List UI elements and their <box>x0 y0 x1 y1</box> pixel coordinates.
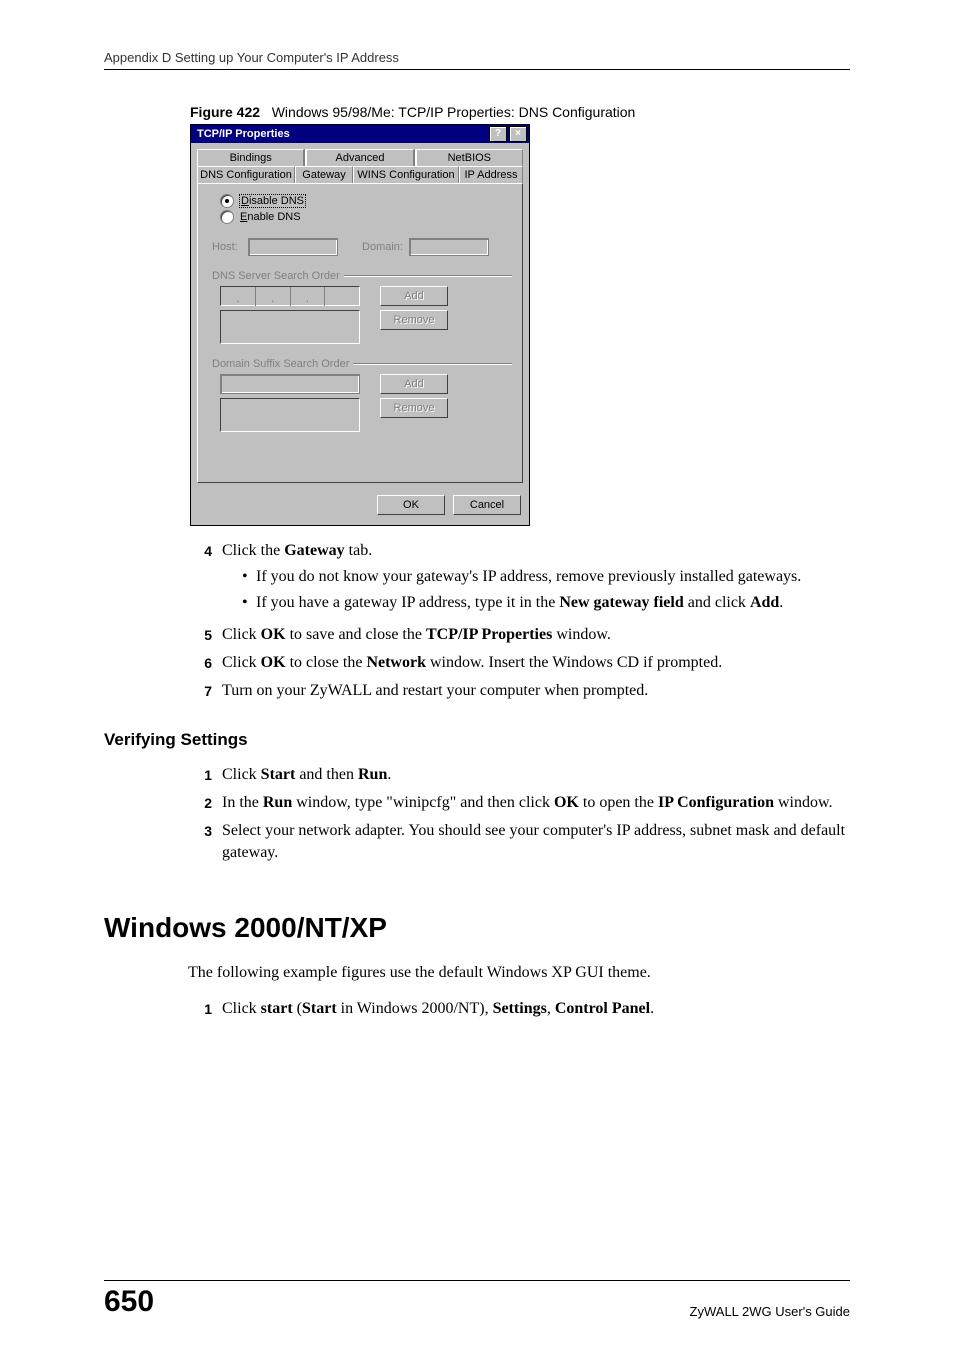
dns-listbox[interactable] <box>220 310 360 344</box>
verify-step-3: 3 Select your network adapter. You shoul… <box>188 820 850 864</box>
suffix-add-button[interactable]: Add <box>380 374 448 394</box>
suffix-listbox[interactable] <box>220 398 360 432</box>
win2000-step-1: 1 Click start (Start in Windows 2000/NT)… <box>188 998 850 1020</box>
verify-step-1: 1 Click Start and then Run. <box>188 764 850 786</box>
heading-verifying: Verifying Settings <box>104 730 850 750</box>
tab-dns-configuration[interactable]: DNS Configuration <box>197 166 295 183</box>
suffix-input[interactable] <box>220 374 360 394</box>
ok-button[interactable]: OK <box>377 495 445 515</box>
tab-advanced[interactable]: Advanced <box>306 149 413 166</box>
tab-ip-address[interactable]: IP Address <box>459 166 523 183</box>
radio-enable-dns[interactable]: Enable DNS <box>220 210 512 224</box>
dialog-title: TCP/IP Properties <box>193 128 487 140</box>
guide-title: ZyWALL 2WG User's Guide <box>690 1304 850 1319</box>
step-4: 4 Click the Gateway tab. • If you do not… <box>188 540 850 618</box>
domain-label: Domain: <box>362 241 403 253</box>
step-7: 7 Turn on your ZyWALL and restart your c… <box>188 680 850 702</box>
running-header: Appendix D Setting up Your Computer's IP… <box>104 50 850 65</box>
tab-wins-configuration[interactable]: WINS Configuration <box>353 166 459 183</box>
page-footer: 650 ZyWALL 2WG User's Guide <box>104 1280 850 1319</box>
radio-icon <box>220 210 234 224</box>
close-button[interactable]: × <box>509 126 527 142</box>
page-number: 650 <box>104 1285 154 1319</box>
titlebar: TCP/IP Properties ? × <box>191 125 529 143</box>
instructions-block-win2000: 1 Click start (Start in Windows 2000/NT)… <box>188 998 850 1020</box>
step-6: 6 Click OK to close the Network window. … <box>188 652 850 674</box>
header-rule <box>104 69 850 70</box>
suffix-remove-button[interactable]: Remove <box>380 398 448 418</box>
verify-step-2: 2 In the Run window, type "winipcfg" and… <box>188 792 850 814</box>
dns-add-button[interactable]: Add <box>380 286 448 306</box>
radio-disable-dns[interactable]: Disable DNS <box>220 194 512 208</box>
help-button[interactable]: ? <box>489 126 507 142</box>
dns-ip-input[interactable]: ... <box>220 286 360 306</box>
instructions-block-a: 4 Click the Gateway tab. • If you do not… <box>188 540 850 702</box>
step-5: 5 Click OK to save and close the TCP/IP … <box>188 624 850 646</box>
section-intro: The following example figures use the de… <box>188 962 850 984</box>
group-dns-search-order: DNS Server Search Order <box>212 270 512 282</box>
domain-input[interactable] <box>409 238 489 256</box>
heading-win2000: Windows 2000/NT/XP <box>104 912 850 944</box>
step-4-bullet-2: • If you have a gateway IP address, type… <box>242 592 850 614</box>
group-domain-suffix: Domain Suffix Search Order <box>212 358 512 370</box>
figure-caption: Figure 422 Windows 95/98/Me: TCP/IP Prop… <box>190 104 850 120</box>
tab-gateway[interactable]: Gateway <box>295 166 353 183</box>
step-4-bullet-1: • If you do not know your gateway's IP a… <box>242 566 850 588</box>
tab-panel-dns: Disable DNS Enable DNS Host: Domain: DNS… <box>197 183 523 483</box>
host-label: Host: <box>212 241 242 253</box>
dns-remove-button[interactable]: Remove <box>380 310 448 330</box>
host-input[interactable] <box>248 238 338 256</box>
radio-icon <box>220 194 234 208</box>
tab-bindings[interactable]: Bindings <box>197 149 304 166</box>
tcpip-properties-dialog: TCP/IP Properties ? × Bindings Advanced … <box>190 124 530 526</box>
tab-netbios[interactable]: NetBIOS <box>416 149 523 166</box>
cancel-button[interactable]: Cancel <box>453 495 521 515</box>
instructions-block-verifying: 1 Click Start and then Run. 2 In the Run… <box>188 764 850 864</box>
